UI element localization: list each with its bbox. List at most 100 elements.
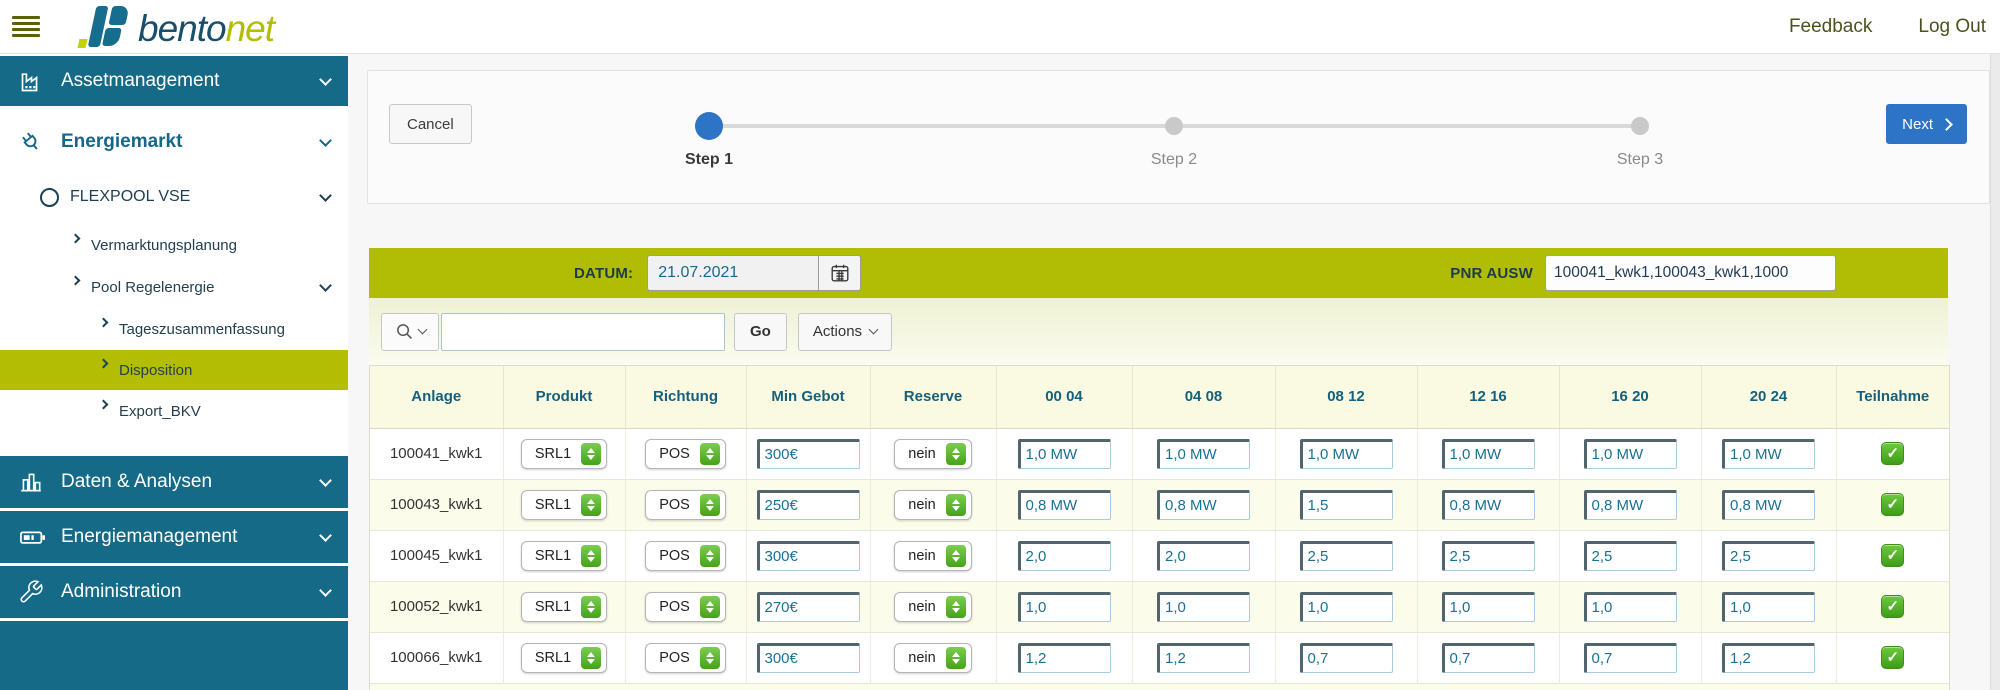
column-header-04-08[interactable]: 04 08 (1132, 366, 1275, 428)
pnr-ausw-input[interactable] (1545, 255, 1836, 291)
sidebar-item-assetmanagement[interactable]: Assetmanagement (0, 56, 348, 106)
slot-input-04-08[interactable] (1157, 541, 1250, 571)
page-scrollbar-track[interactable] (1990, 54, 2000, 690)
produkt-select[interactable]: SRL1 (521, 490, 607, 520)
produkt-select[interactable]: SRL1 (521, 592, 607, 622)
slot-input-20-24[interactable] (1722, 439, 1815, 469)
sidebar-item-flexpool-vse[interactable]: FLEXPOOL VSE (0, 170, 348, 224)
column-header-12-16[interactable]: 12 16 (1417, 366, 1559, 428)
richtung-select[interactable]: POS (645, 541, 726, 571)
produkt-select[interactable]: SRL1 (521, 541, 607, 571)
slot-input-12-16[interactable] (1442, 490, 1535, 520)
sidebar-item-daten-analysen[interactable]: Daten & Analysen (0, 456, 348, 508)
column-header-richtung[interactable]: Richtung (625, 366, 746, 428)
select-stepper-icon (581, 494, 601, 516)
richtung-select[interactable]: POS (645, 592, 726, 622)
column-header-reserve[interactable]: Reserve (870, 366, 996, 428)
slot-input-12-16[interactable] (1442, 643, 1535, 673)
column-header-anlage[interactable]: Anlage (370, 366, 503, 428)
slot-cell-04-08 (1132, 479, 1275, 530)
teilnahme-checkbox[interactable]: ✓ (1881, 442, 1904, 465)
sidebar-item-energiemanagement[interactable]: Energiemanagement (0, 511, 348, 563)
slot-input-04-08[interactable] (1157, 439, 1250, 469)
slot-input-12-16[interactable] (1442, 541, 1535, 571)
column-header-min-gebot[interactable]: Min Gebot (746, 366, 870, 428)
slot-input-12-16[interactable] (1442, 439, 1535, 469)
teilnahme-checkbox[interactable]: ✓ (1881, 493, 1904, 516)
produkt-select-value: SRL1 (535, 446, 571, 462)
slot-input-16-20[interactable] (1584, 439, 1677, 469)
slot-input-16-20[interactable] (1584, 490, 1677, 520)
logout-link[interactable]: Log Out (1918, 16, 1986, 38)
slot-input-00-04[interactable] (1018, 490, 1111, 520)
go-button[interactable]: Go (734, 313, 787, 351)
min-gebot-input[interactable] (757, 541, 860, 571)
teilnahme-checkbox[interactable]: ✓ (1881, 595, 1904, 618)
slot-input-08-12[interactable] (1300, 439, 1393, 469)
slot-input-08-12[interactable] (1300, 490, 1393, 520)
sidebar-item-energiemarkt[interactable]: Energiemarkt (0, 114, 348, 170)
column-header-16-20[interactable]: 16 20 (1559, 366, 1701, 428)
slot-input-04-08[interactable] (1157, 643, 1250, 673)
min-gebot-cell (746, 428, 870, 479)
reserve-select[interactable]: nein (894, 592, 971, 622)
slot-input-04-08[interactable] (1157, 490, 1250, 520)
reserve-select[interactable]: nein (894, 439, 971, 469)
datum-input[interactable] (647, 255, 819, 291)
sidebar-item-pool-regelenergie[interactable]: Pool Regelenergie (0, 266, 348, 308)
reserve-select[interactable]: nein (894, 541, 971, 571)
slot-input-16-20[interactable] (1584, 643, 1677, 673)
sidebar-item-administration[interactable]: Administration (0, 566, 348, 618)
produkt-select[interactable]: SRL1 (521, 439, 607, 469)
slot-input-00-04[interactable] (1018, 643, 1111, 673)
slot-input-04-08[interactable] (1157, 592, 1250, 622)
calendar-button[interactable] (819, 255, 861, 291)
min-gebot-input[interactable] (757, 643, 860, 673)
slot-input-08-12[interactable] (1300, 643, 1393, 673)
slot-input-00-04[interactable] (1018, 592, 1111, 622)
produkt-select[interactable]: SRL1 (521, 643, 607, 673)
reserve-select-value: nein (908, 548, 935, 564)
feedback-link[interactable]: Feedback (1789, 16, 1872, 38)
slot-input-00-04[interactable] (1018, 541, 1111, 571)
sidebar-item-tageszusammenfassung[interactable]: Tageszusammenfassung (0, 308, 348, 350)
search-input[interactable] (441, 313, 725, 351)
actions-button[interactable]: Actions (798, 313, 892, 351)
cancel-button[interactable]: Cancel (389, 104, 472, 144)
column-header-teilnahme[interactable]: Teilnahme (1836, 366, 1949, 428)
sidebar-item-vermarktungsplanung[interactable]: Vermarktungsplanung (0, 224, 348, 266)
slot-input-08-12[interactable] (1300, 541, 1393, 571)
reserve-select[interactable]: nein (894, 643, 971, 673)
min-gebot-input[interactable] (757, 490, 860, 520)
sidebar-item-disposition[interactable]: Disposition (0, 350, 348, 390)
report-toolbar: Go Actions (369, 298, 1948, 365)
reserve-select[interactable]: nein (894, 490, 971, 520)
column-header-08-12[interactable]: 08 12 (1275, 366, 1417, 428)
min-gebot-input[interactable] (757, 439, 860, 469)
teilnahme-checkbox[interactable]: ✓ (1881, 646, 1904, 669)
sidebar-submenu-energiemarkt: Energiemarkt FLEXPOOL VSE Vermarktungspl… (0, 106, 348, 448)
min-gebot-input[interactable] (757, 592, 860, 622)
slot-input-20-24[interactable] (1722, 541, 1815, 571)
richtung-select[interactable]: POS (645, 439, 726, 469)
slot-input-12-16[interactable] (1442, 592, 1535, 622)
slot-input-00-04[interactable] (1018, 439, 1111, 469)
column-header-produkt[interactable]: Produkt (503, 366, 625, 428)
richtung-select[interactable]: POS (645, 643, 726, 673)
next-button[interactable]: Next (1886, 104, 1967, 144)
sidebar-item-export-bkv[interactable]: Export_BKV (0, 390, 348, 432)
slot-input-16-20[interactable] (1584, 541, 1677, 571)
slot-input-20-24[interactable] (1722, 643, 1815, 673)
slot-input-08-12[interactable] (1300, 592, 1393, 622)
slot-input-20-24[interactable] (1722, 592, 1815, 622)
hamburger-menu-icon[interactable] (12, 15, 40, 39)
column-header-20-24[interactable]: 20 24 (1701, 366, 1836, 428)
slot-input-20-24[interactable] (1722, 490, 1815, 520)
search-column-selector[interactable] (381, 313, 439, 351)
column-header-00-04[interactable]: 00 04 (996, 366, 1132, 428)
select-stepper-icon (946, 596, 966, 618)
teilnahme-checkbox[interactable]: ✓ (1881, 544, 1904, 567)
slot-input-16-20[interactable] (1584, 592, 1677, 622)
chevron-down-icon (319, 584, 332, 597)
richtung-select[interactable]: POS (645, 490, 726, 520)
